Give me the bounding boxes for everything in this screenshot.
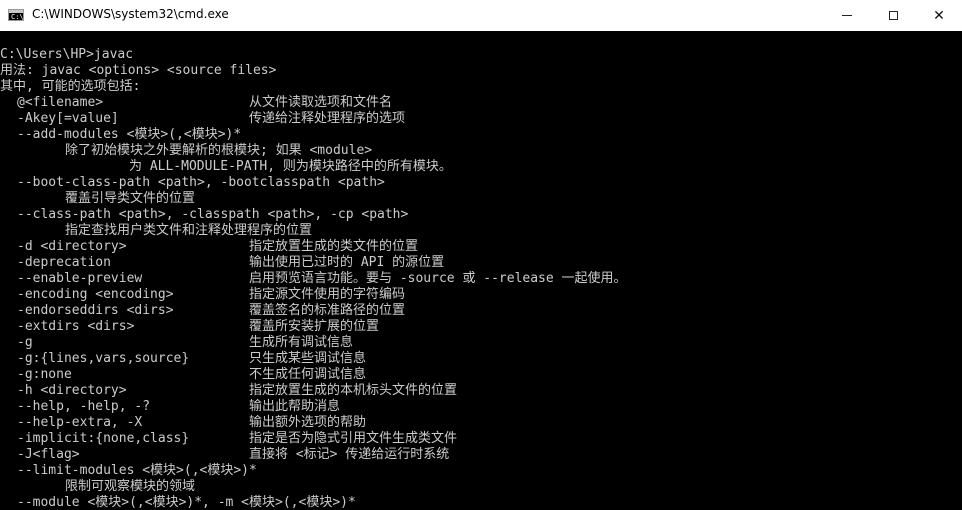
option-name: -endorseddirs <dirs> (17, 303, 174, 318)
option-desc-wrapped: 为 ALL-MODULE-PATH, 则为模块路径中的所有模块。 (129, 159, 452, 174)
option-name: -g:{lines,vars,source} (17, 351, 190, 366)
option-name: -implicit:{none,class} (17, 431, 190, 446)
option-row: -endorseddirs <dirs> 覆盖签名的标准路径的位置 (0, 303, 962, 319)
option-row: -g 生成所有调试信息 (0, 335, 962, 351)
close-button[interactable]: ✕ (916, 0, 962, 31)
option-name: --boot-class-path <path>, -bootclasspath… (17, 175, 385, 190)
option-row: -deprecation 输出使用已过时的 API 的源位置 (0, 255, 962, 271)
option-row: --class-path <path>, -classpath <path>, … (0, 207, 962, 223)
cmd-icon: C:\ (8, 9, 24, 21)
option-name: -g:none (17, 367, 72, 382)
option-row: -extdirs <dirs> 覆盖所安装扩展的位置 (0, 319, 962, 335)
option-row: --help-extra, -X 输出额外选项的帮助 (0, 415, 962, 431)
prompt-line: C:\Users\HP>javac (0, 47, 134, 62)
option-desc: 输出使用已过时的 API 的源位置 (249, 255, 445, 270)
option-row: --add-modules <模块>(,<模块>)* (0, 127, 962, 143)
minimize-icon (842, 15, 852, 16)
option-desc: 不生成任何调试信息 (249, 367, 367, 382)
close-icon: ✕ (933, 7, 945, 24)
option-name: -extdirs <dirs> (17, 319, 135, 334)
option-desc: 生成所有调试信息 (249, 335, 354, 350)
option-name: -encoding <encoding> (17, 287, 174, 302)
option-row: --limit-modules <模块>(,<模块>)* (0, 463, 962, 479)
option-row: -J<flag> 直接将 <标记> 传递给运行时系统 (0, 447, 962, 463)
maximize-button[interactable] (870, 0, 916, 31)
option-name: --class-path <path>, -classpath <path>, … (17, 207, 409, 222)
option-desc: 指定放置生成的类文件的位置 (249, 239, 419, 254)
option-desc: 输出额外选项的帮助 (249, 415, 367, 430)
option-desc: 覆盖签名的标准路径的位置 (249, 303, 406, 318)
option-desc: 启用预览语言功能。要与 -source 或 --release 一起使用。 (249, 271, 627, 286)
option-row: -g:{lines,vars,source} 只生成某些调试信息 (0, 351, 962, 367)
option-desc: 指定是否为隐式引用文件生成类文件 (249, 431, 458, 446)
option-desc-wrapped: 覆盖引导类文件的位置 (65, 191, 196, 206)
minimize-button[interactable] (824, 0, 870, 31)
option-row: --help, -help, -? 输出此帮助消息 (0, 399, 962, 415)
option-desc: 直接将 <标记> 传递给运行时系统 (249, 447, 450, 462)
option-name: @<filename> (17, 95, 104, 110)
option-name: --add-modules <模块>(,<模块>)* (17, 127, 242, 142)
option-name: --module <模块>(,<模块>)*, -m <模块>(,<模块>)* (17, 495, 356, 510)
option-name: --help-extra, -X (17, 415, 143, 430)
option-desc-wrapped: 限制可观察模块的领域 (65, 479, 196, 494)
option-row: @<filename> 从文件读取选项和文件名 (0, 95, 962, 111)
option-row: -g:none 不生成任何调试信息 (0, 367, 962, 383)
option-name: --enable-preview (17, 271, 143, 286)
option-row: -encoding <encoding> 指定源文件使用的字符编码 (0, 287, 962, 303)
option-row: -h <directory> 指定放置生成的本机标头文件的位置 (0, 383, 962, 399)
option-name: -Akey[=value] (17, 111, 119, 126)
option-name: -h <directory> (17, 383, 127, 398)
option-desc-wrapped: 除了初始模块之外要解析的根模块; 如果 <module> (65, 143, 373, 158)
option-row: -Akey[=value] 传递给注释处理程序的选项 (0, 111, 962, 127)
option-desc: 传递给注释处理程序的选项 (249, 111, 406, 126)
option-row: --enable-preview 启用预览语言功能。要与 -source 或 -… (0, 271, 962, 287)
option-desc: 覆盖所安装扩展的位置 (249, 319, 380, 334)
option-name: -J<flag> (17, 447, 80, 462)
option-desc: 指定源文件使用的字符编码 (249, 287, 406, 302)
option-row: -implicit:{none,class} 指定是否为隐式引用文件生成类文件 (0, 431, 962, 447)
usage-line: 用法: javac <options> <source files> (0, 63, 277, 78)
option-name: -d <directory> (17, 239, 127, 254)
option-desc: 只生成某些调试信息 (249, 351, 367, 366)
option-name: --help, -help, -? (17, 399, 151, 414)
option-row: --module <模块>(,<模块>)*, -m <模块>(,<模块>)* (0, 495, 962, 510)
title-bar[interactable]: C:\ C:\WINDOWS\system32\cmd.exe ✕ (0, 0, 962, 32)
option-name: -g (17, 335, 33, 350)
maximize-icon (888, 11, 898, 20)
option-desc-wrapped: 指定查找用户类文件和注释处理程序的位置 (65, 223, 313, 238)
option-row: --boot-class-path <path>, -bootclasspath… (0, 175, 962, 191)
option-name: -deprecation (17, 255, 111, 270)
intro-line: 其中, 可能的选项包括: (0, 79, 141, 94)
option-row: -d <directory> 指定放置生成的类文件的位置 (0, 239, 962, 255)
option-desc: 从文件读取选项和文件名 (249, 95, 393, 110)
option-desc: 指定放置生成的本机标头文件的位置 (249, 383, 458, 398)
option-desc: 输出此帮助消息 (249, 399, 341, 414)
console-output[interactable]: C:\Users\HP>javac 用法: javac <options> <s… (0, 31, 962, 510)
window-title: C:\WINDOWS\system32\cmd.exe (32, 7, 229, 21)
option-name: --limit-modules <模块>(,<模块>)* (17, 463, 257, 478)
